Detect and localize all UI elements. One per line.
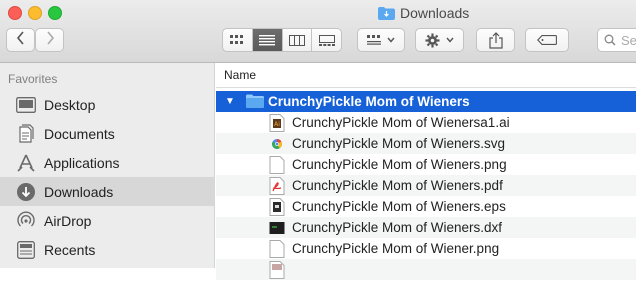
file-row[interactable]: CrunchyPickle Mom of Wiener.png (216, 238, 636, 259)
downloads-folder-icon (378, 6, 395, 20)
gallery-view-icon (318, 34, 335, 46)
search-field[interactable]: Se (597, 28, 636, 52)
eps-file-icon (269, 197, 285, 216)
sidebar-item-desktop[interactable]: Desktop (0, 90, 215, 119)
recents-icon (15, 239, 37, 261)
chevron-down-icon (446, 37, 454, 43)
applications-icon (15, 152, 37, 174)
file-row[interactable]: CrunchyPickle Mom of Wieners.eps (216, 196, 636, 217)
sidebar-item-downloads[interactable]: Downloads (0, 177, 215, 206)
downloads-icon (15, 181, 37, 203)
sidebar-heading-favorites: Favorites (8, 72, 58, 86)
share-icon (488, 31, 503, 49)
folder-row[interactable]: ▼ CrunchyPickle Mom of Wieners (216, 91, 636, 112)
action-menu-button[interactable] (415, 28, 464, 52)
sidebar-item-label: Documents (44, 125, 115, 142)
file-row[interactable]: CrunchyPickle Mom of Wieners.svg (216, 133, 636, 154)
column-view-button[interactable] (283, 29, 313, 51)
file-name: CrunchyPickle Mom of Wieners.eps (292, 199, 506, 214)
icon-view-icon (230, 35, 244, 44)
maximize-window-button[interactable] (48, 6, 62, 20)
sidebar-item-label: Downloads (44, 183, 114, 200)
sidebar-item-applications[interactable]: Applications (0, 148, 215, 177)
folder-name: CrunchyPickle Mom of Wieners (268, 94, 470, 109)
file-name: CrunchyPickle Mom of Wieners.dxf (292, 220, 503, 235)
column-view-icon (288, 34, 305, 46)
file-name: CrunchyPickle Mom of Wieners.png (292, 157, 507, 172)
gear-icon (425, 33, 440, 47)
column-header-label: Name (224, 68, 257, 82)
group-by-button[interactable] (357, 28, 405, 52)
sidebar-item-label: AirDrop (44, 212, 92, 229)
gallery-view-button[interactable] (312, 29, 341, 51)
documents-icon (15, 123, 37, 145)
chevron-down-icon (387, 37, 395, 43)
view-mode-segmented-control (222, 28, 342, 52)
sidebar-item-label: Applications (44, 154, 120, 171)
png-file-icon (269, 239, 285, 258)
file-row[interactable]: CrunchyPickle Mom of Wieners.png (216, 154, 636, 175)
window-title: Downloads (378, 3, 469, 23)
file-name: CrunchyPickle Mom of Wiener.png (292, 241, 500, 256)
icon-view-button[interactable] (223, 29, 253, 51)
png-file-icon (269, 155, 285, 174)
airdrop-icon (15, 210, 37, 232)
search-icon (604, 34, 616, 46)
sidebar-item-recents[interactable]: Recents (0, 235, 215, 264)
file-name: CrunchyPickle Mom of Wieners.svg (292, 136, 506, 151)
close-window-button[interactable] (8, 6, 22, 20)
ai-file-icon: Ai (269, 113, 285, 132)
disclosure-triangle-icon[interactable]: ▼ (225, 96, 235, 107)
sidebar-item-label: Recents (44, 241, 96, 258)
tag-icon (537, 35, 557, 45)
chevron-left-icon (16, 30, 26, 50)
sidebar-item-documents[interactable]: Documents (0, 119, 215, 148)
file-row[interactable]: CrunchyPickle Mom of Wieners.pdf (216, 175, 636, 196)
window-toolbar: Downloads Se (0, 0, 636, 63)
sidebar-item-airdrop[interactable]: AirDrop (0, 206, 215, 235)
back-button[interactable] (6, 28, 35, 52)
dxf-file-icon (269, 219, 285, 237)
file-row[interactable]: Ai CrunchyPickle Mom of Wienersa1.ai (216, 112, 636, 133)
file-name: CrunchyPickle Mom of Wieners.pdf (292, 178, 503, 193)
list-view-button[interactable] (252, 29, 283, 51)
minimize-window-button[interactable] (28, 6, 42, 20)
share-button[interactable] (476, 28, 515, 52)
search-placeholder: Se (621, 32, 636, 48)
file-list: Name ▼ CrunchyPickle Mom of Wieners Ai C… (216, 63, 636, 280)
file-icon (269, 260, 285, 279)
file-name: CrunchyPickle Mom of Wienersa1.ai (292, 115, 510, 130)
window-title-text: Downloads (400, 5, 470, 21)
pdf-file-icon (269, 176, 285, 195)
file-row[interactable]: CrunchyPickle Mom of Wieners.dxf (216, 217, 636, 238)
sidebar: Favorites Desktop Documents Applications… (0, 63, 215, 268)
chevron-right-icon (45, 30, 55, 50)
file-row-partial[interactable] (216, 259, 636, 280)
svg-text:Ai: Ai (274, 121, 280, 128)
svg-file-icon (269, 135, 285, 153)
column-header-name[interactable]: Name (216, 63, 636, 88)
folder-icon (246, 94, 264, 111)
tag-button[interactable] (525, 28, 569, 52)
forward-button[interactable] (35, 28, 64, 52)
desktop-icon (15, 94, 37, 116)
list-view-icon (259, 34, 276, 45)
group-by-icon (367, 35, 381, 45)
sidebar-item-label: Desktop (44, 96, 96, 113)
